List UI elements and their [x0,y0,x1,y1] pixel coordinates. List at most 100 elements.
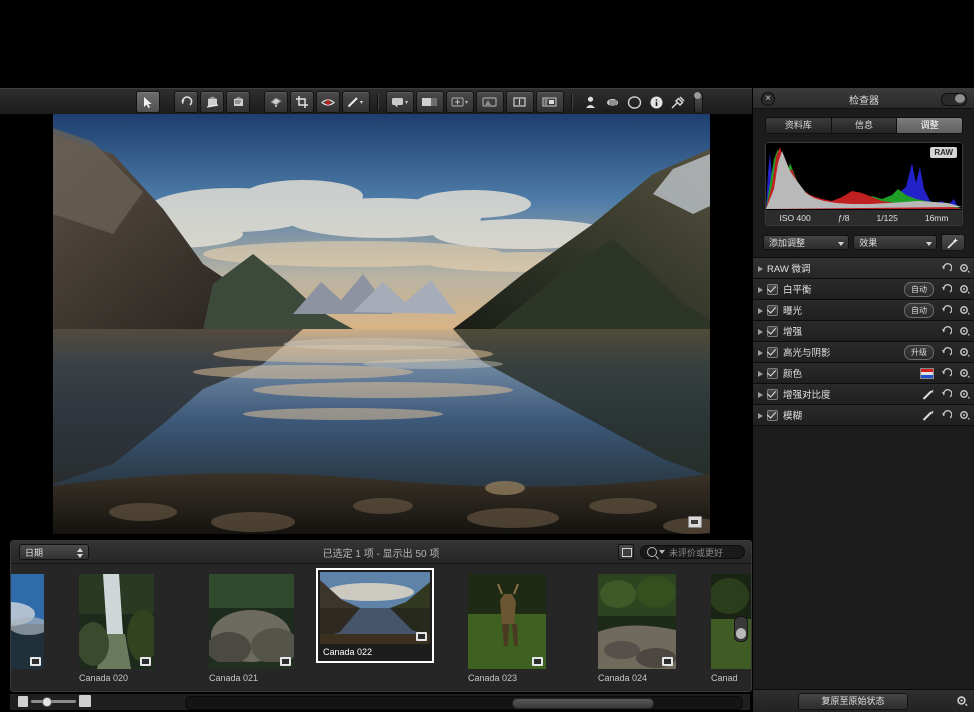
gear-icon[interactable] [958,304,970,316]
disclosure-triangle-icon[interactable] [753,364,767,382]
color-picker-tool[interactable] [668,92,688,112]
filmstrip-header: 日期 已选定 1 项 - 显示出 50 项 未评价或更好 [11,541,751,564]
filmstrip-horizontal-scrollbar[interactable] [185,696,743,710]
gear-icon[interactable] [958,283,970,295]
disclosure-triangle-icon[interactable] [753,406,767,424]
loupe-tool[interactable] [624,92,644,112]
lift-stamp-tool[interactable] [264,91,288,113]
rotate-view-tool[interactable] [602,92,622,112]
adjustment-row-highlights-shadows[interactable]: 高光与阴影 升级 [753,342,974,363]
reset-icon[interactable] [940,325,952,337]
retouch-brush-tool[interactable] [342,91,370,113]
tab-info[interactable]: 信息 [831,118,898,133]
metadata-overlay-tool[interactable] [506,91,534,113]
reset-icon[interactable] [940,283,952,295]
slider-knob[interactable] [42,696,52,707]
thumbnail-image[interactable] [468,574,546,669]
reset-icon[interactable] [940,388,952,400]
gear-icon[interactable] [958,325,970,337]
adjustment-checkbox[interactable] [767,283,778,295]
toolbar-grabber-handle[interactable] [694,92,703,114]
adjustment-checkbox[interactable] [767,304,778,316]
adjustment-checkbox[interactable] [767,388,778,400]
flip-tool[interactable] [226,91,250,113]
reset-icon[interactable] [940,262,952,274]
auto-badge[interactable]: 自动 [904,281,934,297]
thumbnail-image[interactable] [11,574,44,669]
reset-icon[interactable] [940,304,952,316]
gear-icon[interactable] [958,346,970,358]
scrollbar-thumb[interactable] [512,698,654,709]
filmstrip-search-field[interactable]: 未评价或更好 [640,545,745,559]
image-canvas[interactable] [0,114,752,534]
auto-enhance-button[interactable] [941,234,965,251]
adjustment-row-definition[interactable]: 增强对比度 [753,384,974,405]
adjustment-checkbox[interactable] [767,409,778,421]
disclosure-triangle-icon[interactable] [753,322,767,340]
adjustment-checkbox[interactable] [767,367,778,379]
slider-track[interactable] [31,696,76,707]
info-tool[interactable] [646,92,666,112]
thumbnail-size-slider[interactable] [18,695,91,707]
inspector-toggle-switch[interactable] [941,93,967,106]
brush-icon[interactable] [922,409,934,421]
red-eye-tool[interactable] [316,91,340,113]
straighten-tool[interactable] [200,91,224,113]
adjustment-row-color[interactable]: 颜色 [753,363,974,384]
reset-icon[interactable] [940,367,952,379]
zoom-tool[interactable] [446,91,474,113]
reset-icon[interactable] [940,409,952,421]
disclosure-triangle-icon[interactable] [753,259,767,277]
color-swatch-icon[interactable] [920,367,934,379]
thumbnail-image[interactable] [209,574,294,669]
disclosure-triangle-icon[interactable] [753,280,767,298]
gear-icon[interactable] [958,262,970,274]
tab-library[interactable]: 资料库 [766,118,832,133]
list-item[interactable]: Canada 020 [79,574,154,683]
upgrade-badge[interactable]: 升级 [904,344,934,360]
primary-viewer-tool[interactable] [416,91,444,113]
thumbnail-image[interactable] [79,574,154,669]
thumbnail-label: Canad [711,673,738,683]
keywords-tool[interactable] [580,92,600,112]
filmstrip-scroll-thumb[interactable] [734,616,748,642]
crop-tool[interactable] [290,91,314,113]
adjustment-row-vignette[interactable]: 模糊 [753,405,974,426]
rotate-left-tool[interactable] [174,91,198,113]
main-photo[interactable] [53,114,710,534]
list-item-selected[interactable]: Canada 022 [316,568,434,663]
adjustment-row-exposure[interactable]: 曝光 自动 [753,300,974,321]
quick-preview-tool[interactable] [386,91,414,113]
thumbnail-strip[interactable]: Canada 020 Canada 021 Canada 022 Canada … [11,564,751,690]
adjustment-row-enhance[interactable]: 增强 [753,321,974,342]
disclosure-triangle-icon[interactable] [753,301,767,319]
add-adjustment-dropdown[interactable]: 添加调整 [763,235,850,250]
brush-icon[interactable] [922,388,934,400]
restore-original-button[interactable]: 复原至原始状态 [798,693,908,710]
gear-icon[interactable] [955,694,968,707]
adjustment-row-raw-fine-tuning[interactable]: RAW 微调 [753,258,974,279]
auto-badge[interactable]: 自动 [904,302,934,318]
effects-dropdown[interactable]: 效果 [853,235,938,250]
gear-icon[interactable] [958,367,970,379]
list-item[interactable]: Canada 024 [598,574,676,683]
gear-icon[interactable] [958,388,970,400]
adjustment-row-white-balance[interactable]: 白平衡 自动 [753,279,974,300]
tab-adjustments[interactable]: 调整 [897,118,962,133]
gear-icon[interactable] [958,409,970,421]
thumbnail-image[interactable] [320,572,430,644]
list-item[interactable]: Canada 021 [209,574,294,683]
list-item[interactable] [11,574,44,669]
adjustment-checkbox[interactable] [767,346,778,358]
disclosure-triangle-icon[interactable] [753,385,767,403]
disclosure-triangle-icon[interactable] [753,343,767,361]
select-arrow-tool[interactable] [136,91,160,113]
view-options-button[interactable] [618,544,634,560]
adjustment-checkbox[interactable] [767,325,778,337]
compare-tool[interactable] [476,91,504,113]
full-screen-tool[interactable] [536,91,564,113]
reset-icon[interactable] [940,346,952,358]
list-item[interactable]: Canada 023 [468,574,546,683]
thumbnail-image[interactable] [598,574,676,669]
version-badge-icon [532,657,543,666]
